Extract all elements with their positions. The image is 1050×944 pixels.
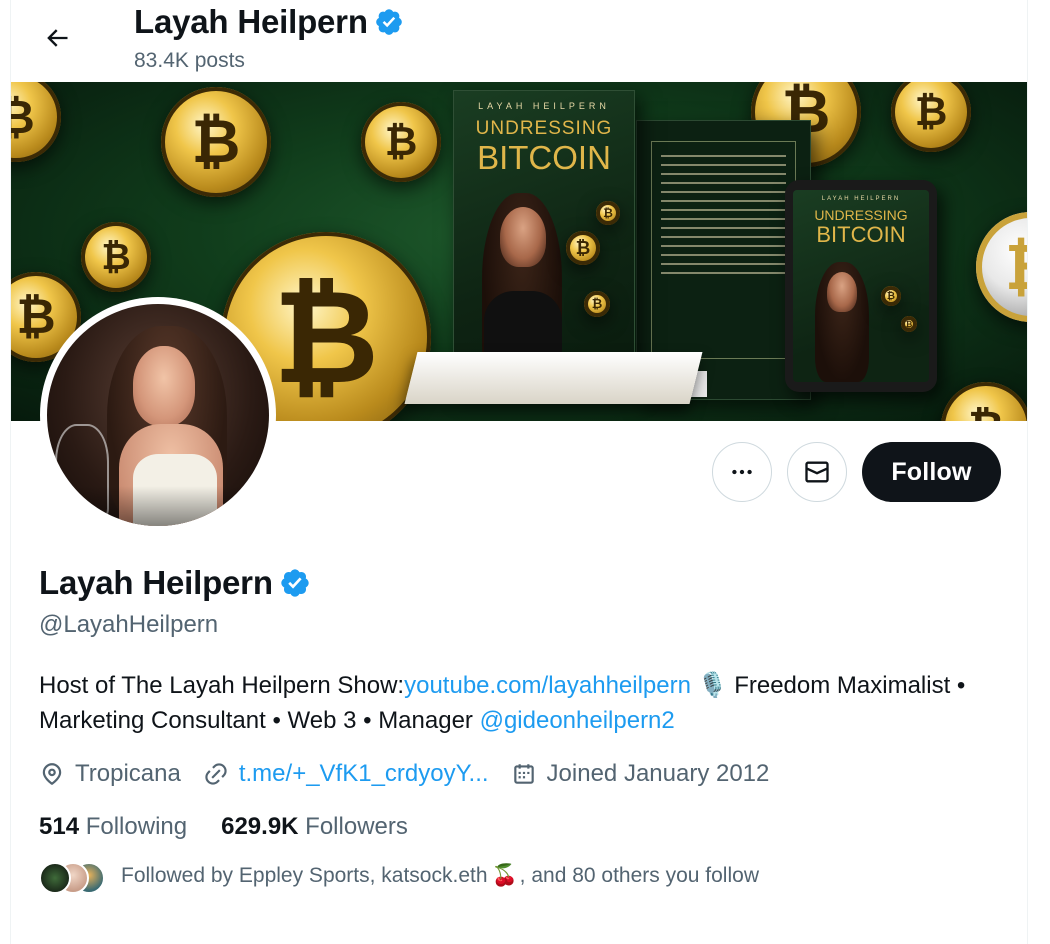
profile-header: Layah Heilpern 83.4K posts (11, 0, 1027, 82)
profile-page: Layah Heilpern 83.4K posts ₿ ₿ ₿ ₿ ₿ ₿ ₿… (10, 0, 1028, 944)
link-icon (205, 763, 227, 785)
calendar-icon (513, 764, 534, 784)
book-author: LAYAH HEILPERN (478, 101, 610, 111)
back-button[interactable] (37, 18, 77, 58)
book-pages (404, 352, 703, 404)
tablet-portrait-face (827, 272, 857, 312)
bitcoin-coin-image: ₿ (81, 222, 151, 292)
followers-link[interactable]: 629.9K Followers (221, 810, 408, 844)
book-portrait-face (500, 207, 546, 267)
profile-handle: @LayahHeilpern (39, 611, 219, 638)
profile-bio: Host of The Layah Heilpern Show:youtube.… (39, 668, 999, 738)
message-button[interactable] (787, 442, 847, 502)
location-pin-icon (42, 763, 62, 786)
joined-text: Joined January 2012 (546, 760, 770, 787)
joined-item: Joined January 2012 (511, 757, 770, 791)
bitcoin-coin-image: ₿ (11, 82, 61, 162)
location-text: Tropicana (75, 760, 181, 787)
bitcoin-coin-image: ₿ (566, 231, 600, 265)
verified-badge-icon[interactable] (279, 567, 311, 599)
follow-button[interactable]: Follow (862, 442, 1001, 502)
bitcoin-coin-image: ₿ (596, 201, 620, 225)
microphone-emoji-icon: 🎙️ (697, 672, 728, 699)
following-link[interactable]: 514 Following (39, 810, 187, 844)
followers-label: Followers (305, 813, 408, 840)
header-post-count: 83.4K posts (134, 49, 245, 72)
tablet-image: LAYAH HEILPERN UNDRESSING BITCOIN ₿ ₿ (785, 180, 937, 392)
bitcoin-coin-image: ₿ (584, 291, 610, 317)
tablet-book-title-line1: UNDRESSING (814, 207, 908, 223)
bitcoin-coin-image: ₿ (891, 82, 971, 152)
profile-name-row: Layah Heilpern (39, 562, 311, 604)
bitcoin-coin-image: ₿ (976, 212, 1027, 322)
book-title-line2: BITCOIN (477, 139, 611, 176)
verified-badge-icon[interactable] (374, 7, 404, 37)
website-link[interactable]: t.me/+_VfK1_crdyoyY... (239, 757, 489, 791)
bio-youtube-link[interactable]: youtube.com/layahheilpern (404, 672, 691, 699)
more-button[interactable] (712, 442, 772, 502)
followed-by-text: Followed by Eppley Sports, katsock.eth (121, 864, 488, 887)
website-item: t.me/+_VfK1_crdyoyY... (203, 757, 489, 791)
book-title-line1: UNDRESSING (475, 118, 613, 139)
envelope-icon (805, 461, 829, 483)
tablet-book-author: LAYAH HEILPERN (821, 196, 901, 202)
followers-you-know[interactable]: Followed by Eppley Sports, katsock.eth 🍒… (39, 860, 759, 894)
arrow-left-icon (47, 29, 68, 47)
following-label: Following (85, 813, 188, 840)
cherry-emoji-icon: 🍒 (491, 864, 518, 887)
bitcoin-coin-image: ₿ (941, 382, 1027, 421)
profile-meta: Tropicana t.me/+_VfK1_crdyoyY... Joined … (39, 757, 791, 791)
display-name: Layah Heilpern (39, 564, 273, 601)
bitcoin-coin-image: ₿ (361, 102, 441, 182)
header-name-row: Layah Heilpern (134, 2, 404, 42)
tablet-book-title-line2: BITCOIN (816, 222, 906, 247)
profile-avatar[interactable] (40, 297, 276, 533)
tablet-screen: LAYAH HEILPERN UNDRESSING BITCOIN ₿ ₿ (793, 190, 929, 382)
location-item: Tropicana (39, 757, 181, 791)
header-name: Layah Heilpern (134, 3, 368, 40)
bio-mention-link[interactable]: @gideonheilpern2 (480, 707, 675, 734)
bitcoin-coin-image: ₿ (161, 87, 271, 197)
book-cover-main: LAYAH HEILPERN UNDRESSING BITCOIN ₿ ₿ ₿ (453, 90, 635, 391)
bitcoin-coin-image: ₿ (901, 316, 917, 332)
avatar-photo (47, 304, 269, 526)
followers-count: 629.9K (221, 813, 299, 840)
more-dots-icon (732, 469, 752, 475)
followed-by-text-end: , and 80 others you follow (519, 864, 759, 887)
bitcoin-coin-image: ₿ (881, 286, 901, 306)
profile-stats: 514 Following 629.9K Followers (39, 810, 442, 844)
mini-avatar (39, 862, 71, 894)
bio-text: Host of The Layah Heilpern Show: (39, 672, 405, 699)
followed-by-avatars (39, 860, 121, 894)
following-count: 514 (39, 813, 80, 840)
